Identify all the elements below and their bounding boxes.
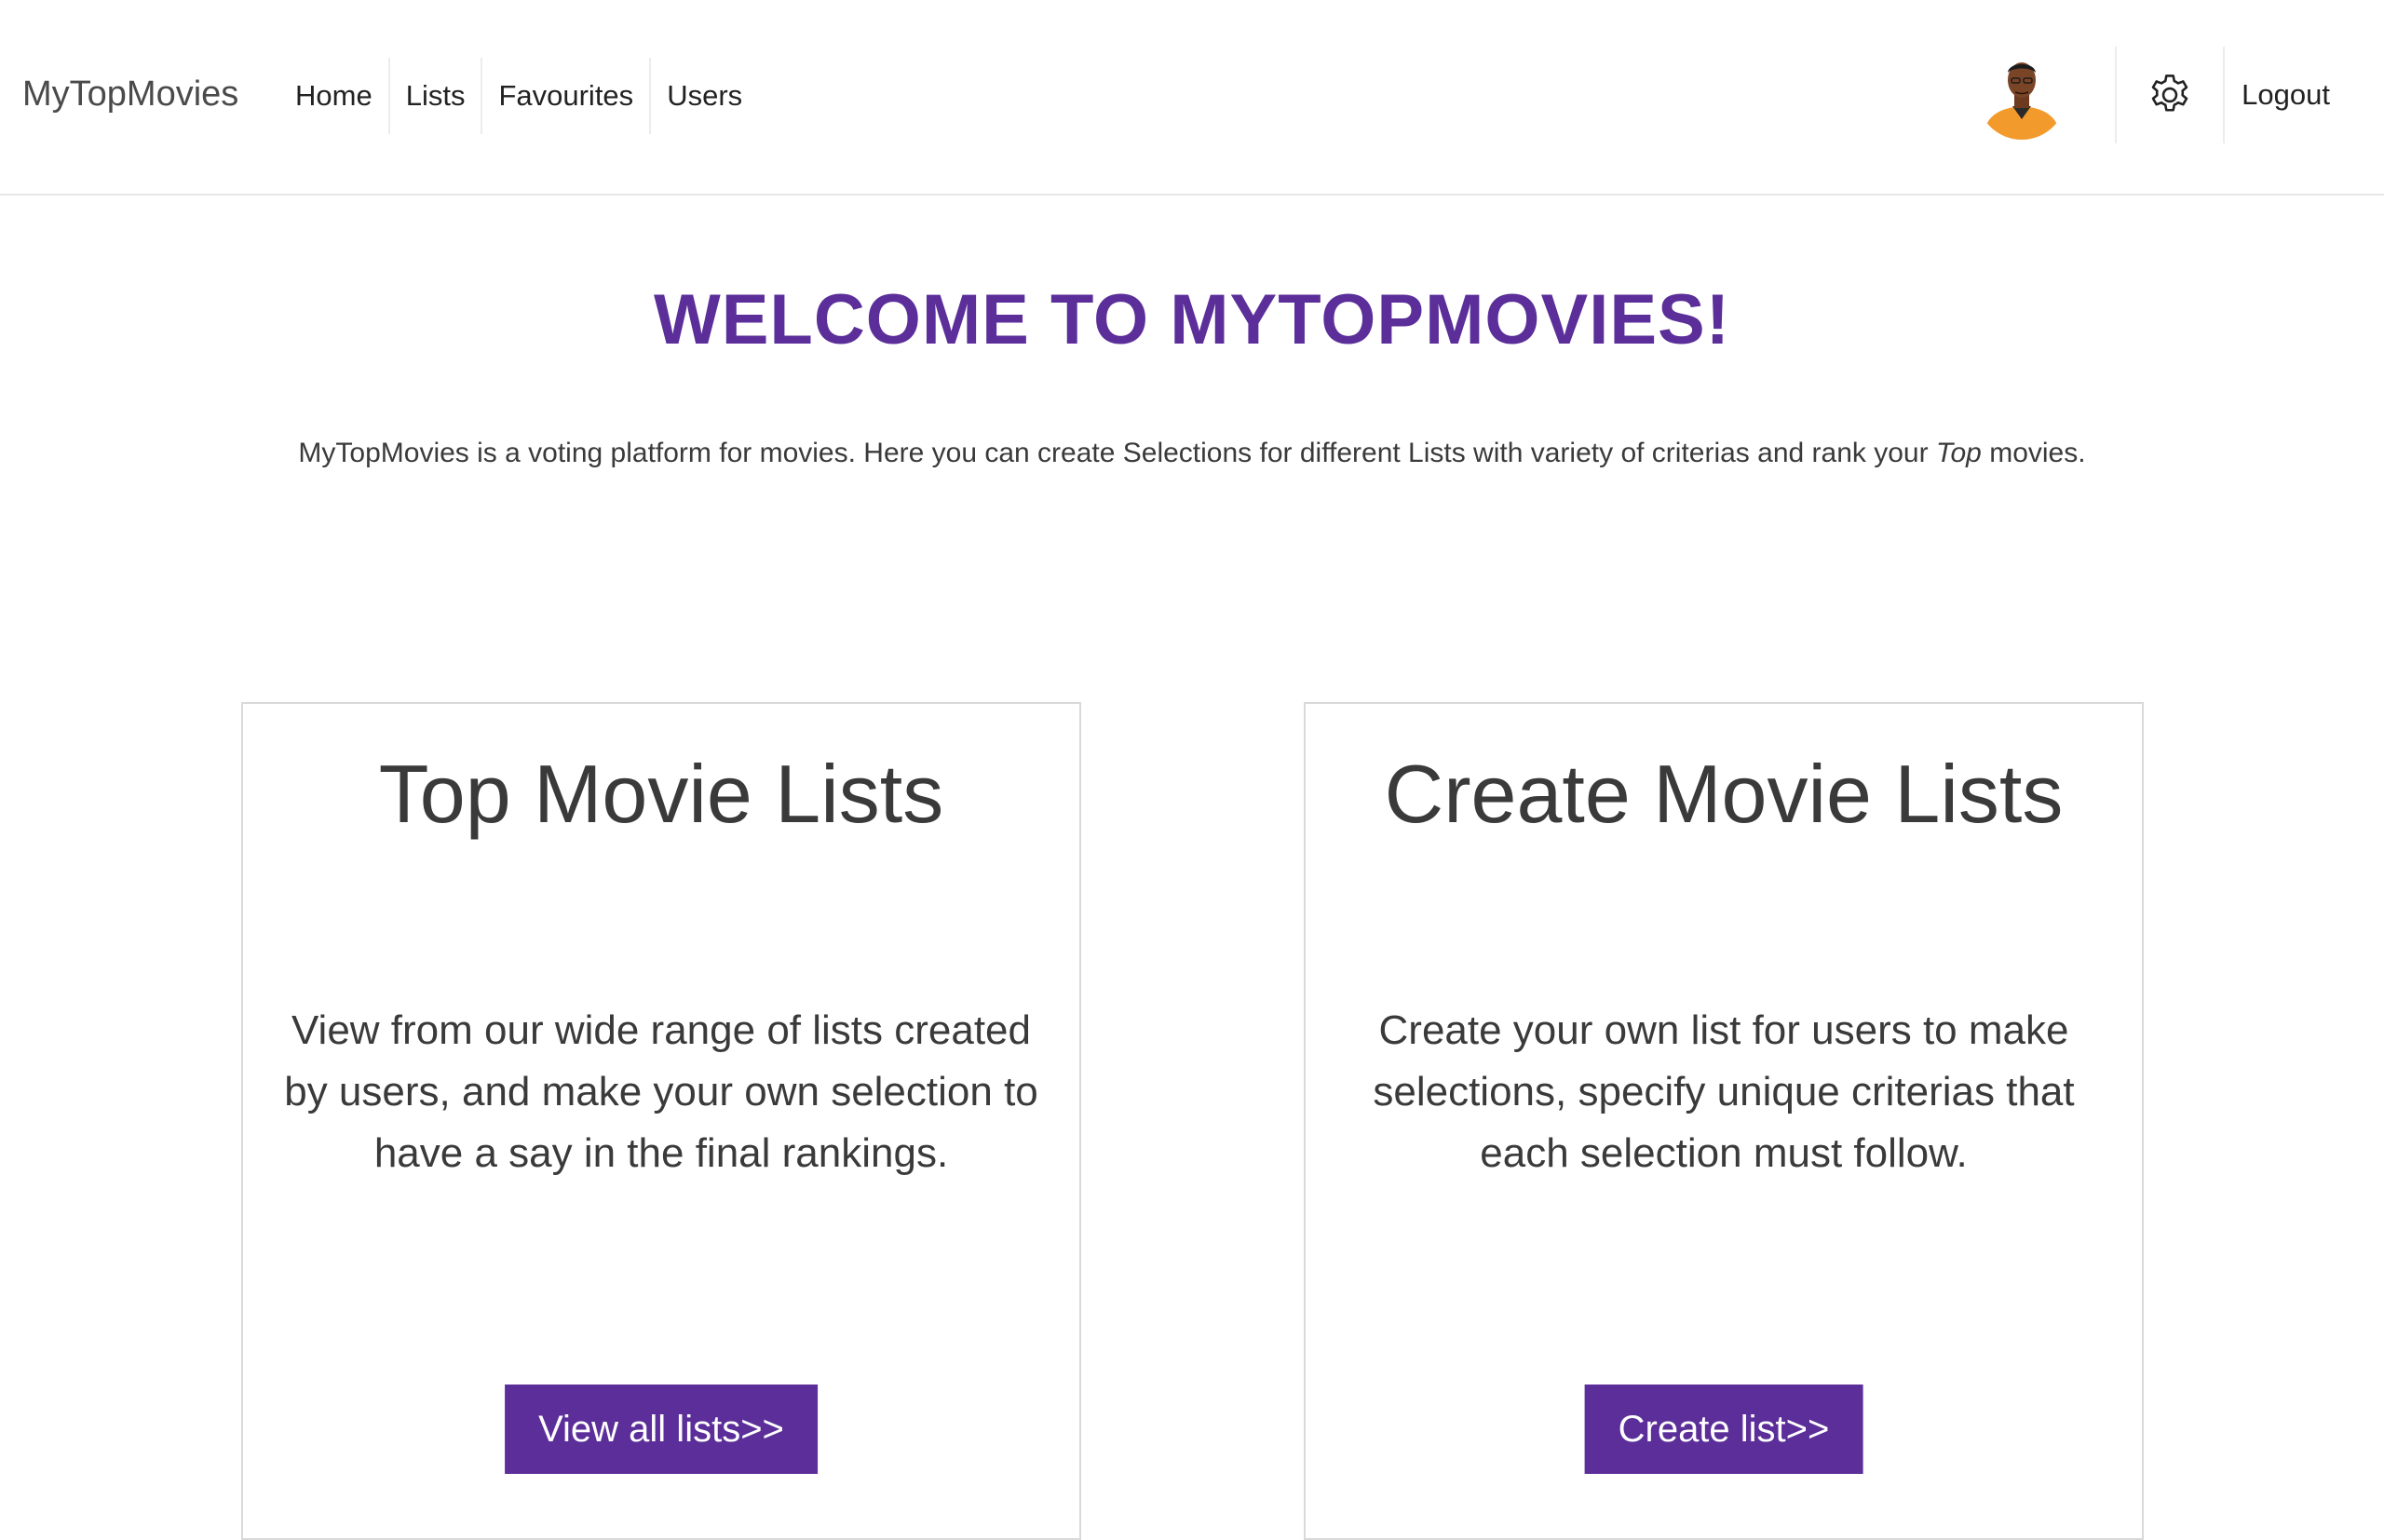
- card-description: Create your own list for users to make s…: [1373, 1007, 2075, 1176]
- create-list-button[interactable]: Create list>>: [1584, 1385, 1863, 1474]
- brand-logo[interactable]: MyTopMovies: [22, 74, 238, 115]
- nav-link-users[interactable]: Users: [649, 58, 758, 134]
- card-title: Top Movie Lists: [378, 748, 944, 840]
- view-all-lists-button[interactable]: View all lists>>: [505, 1385, 818, 1474]
- hero-description: MyTopMovies is a voting platform for mov…: [0, 438, 2384, 469]
- hero-text-start: MyTopMovies is a voting platform for mov…: [298, 438, 1936, 468]
- card-title: Create Movie Lists: [1384, 748, 2064, 840]
- card-create-movie-lists: Create Movie Lists Create your own list …: [1304, 702, 2144, 1540]
- card-top-movie-lists: Top Movie Lists View from our wide range…: [241, 702, 1081, 1540]
- top-navbar: MyTopMovies Home Lists Favourites Users: [0, 0, 2384, 196]
- hero-text-end: movies.: [1981, 438, 2086, 468]
- nav-link-favourites[interactable]: Favourites: [481, 58, 649, 134]
- logout-link[interactable]: Logout: [2225, 47, 2384, 143]
- page-title: WELCOME TO MYTOPMOVIES!: [653, 280, 1731, 359]
- nav-right-group: Logout: [1977, 47, 2384, 143]
- settings-button[interactable]: [2117, 47, 2223, 143]
- gear-icon: [2151, 74, 2188, 112]
- nav-link-lists[interactable]: Lists: [387, 58, 481, 134]
- nav-links: Home Lists Favourites Users: [279, 58, 758, 134]
- avatar[interactable]: [1977, 50, 2067, 140]
- card-description: View from our wide range of lists create…: [284, 1007, 1038, 1176]
- nav-link-home[interactable]: Home: [279, 58, 388, 134]
- hero-text-emphasis: Top: [1935, 438, 1982, 468]
